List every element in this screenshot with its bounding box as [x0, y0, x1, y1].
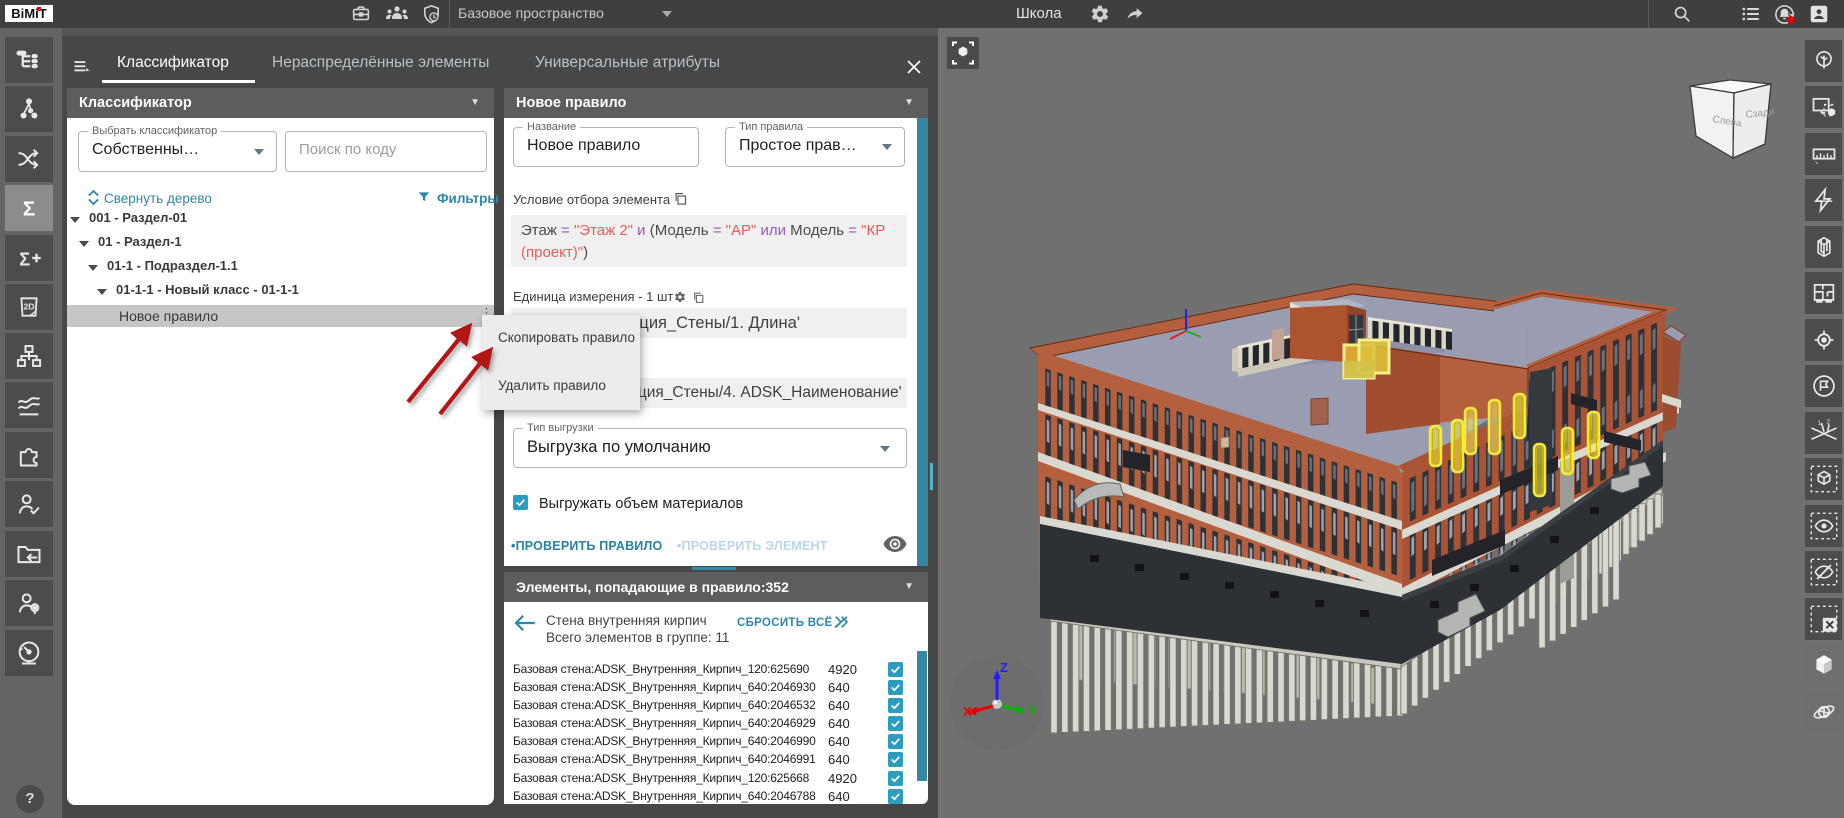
svg-text:Σ: Σ — [19, 250, 30, 270]
svg-text:2: 2 — [1826, 419, 1830, 426]
svg-text:1: 1 — [1817, 420, 1821, 427]
svg-text:Y: Y — [1028, 703, 1037, 718]
svg-text:Z: Z — [1000, 660, 1008, 675]
svg-text:Σ: Σ — [23, 198, 35, 221]
svg-text:Сзади: Сзади — [1745, 107, 1775, 121]
svg-text:2D: 2D — [23, 302, 34, 312]
svg-text:X: X — [963, 704, 972, 719]
